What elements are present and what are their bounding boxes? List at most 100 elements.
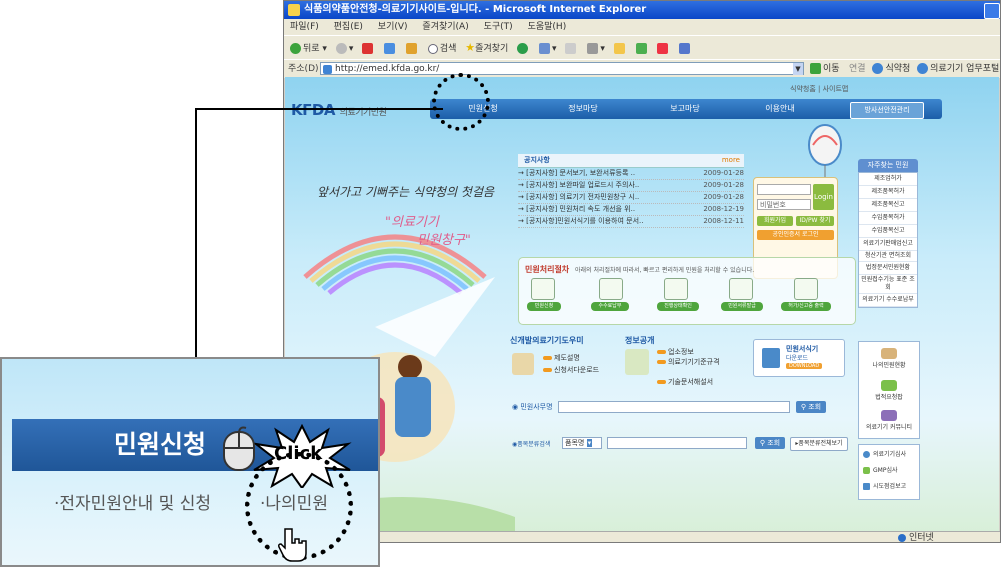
gmp-review-link[interactable]: GMP심사 xyxy=(863,465,898,474)
join-button[interactable]: 회원가입 xyxy=(757,216,793,226)
menu-help[interactable]: 도움말(H) xyxy=(528,22,567,32)
link-portal[interactable]: 의료기기 업무포털 xyxy=(913,63,999,74)
tools-button[interactable] xyxy=(679,37,692,61)
folder-icon xyxy=(881,348,897,359)
forward-arrow-icon xyxy=(335,43,347,54)
menu-edit[interactable]: 편집(E) xyxy=(334,22,363,32)
tech-doc-guide-link[interactable]: 기술문서해설서 xyxy=(657,377,713,387)
quick-item[interactable]: 제조품목신고 xyxy=(859,199,917,212)
process-desc: 아래의 처리절차에 따라서, 빠르고 편리하게 민원을 처리할 수 있습니다. xyxy=(575,267,755,274)
nav-guide[interactable]: 이용안내 xyxy=(735,99,825,119)
messenger-icon xyxy=(657,43,669,54)
apply-search-input[interactable] xyxy=(558,401,790,413)
quick-item[interactable]: 법정문서민원현황 xyxy=(859,262,917,275)
research-button[interactable] xyxy=(635,37,649,61)
ie-icon xyxy=(917,63,929,74)
calculator-step-icon xyxy=(729,278,753,300)
step-document[interactable]: 민원서류발급 xyxy=(721,302,763,311)
zoom-submenu-e-apply[interactable]: ·전자민원안내 및 신청 xyxy=(54,489,211,514)
print-button[interactable]: ▾ xyxy=(587,37,605,61)
step-fee[interactable]: 수수료납부 xyxy=(591,302,629,311)
quick-item[interactable]: 청산기관 면허조회 xyxy=(859,251,917,262)
disc-icon xyxy=(863,451,870,458)
forward-button[interactable]: ▾ xyxy=(335,37,353,61)
menu-favorites[interactable]: 즐겨찾기(A) xyxy=(422,22,468,32)
menu-view[interactable]: 보기(V) xyxy=(378,22,408,32)
back-button[interactable]: 뒤로 ▾ xyxy=(290,37,327,61)
zoom-inset: 민원신청 ·전자민원안내 및 신청 ·나의민원 Click xyxy=(0,357,380,567)
home-button[interactable] xyxy=(405,37,419,61)
favorites-button[interactable]: ★즐겨찾기 xyxy=(465,36,508,61)
address-dropdown-icon[interactable]: ▼ xyxy=(793,63,803,75)
callout-line xyxy=(195,108,197,358)
mail-button[interactable] xyxy=(565,37,578,61)
stop-button[interactable] xyxy=(362,37,375,61)
zoom-nav-apply[interactable]: 민원신청 xyxy=(114,425,206,461)
messenger-button[interactable] xyxy=(657,37,670,61)
my-apply-status-link[interactable]: 나의민원현황 xyxy=(859,348,919,369)
id-input[interactable] xyxy=(757,184,811,195)
menu-file[interactable]: 파일(F) xyxy=(290,22,319,32)
nav-radiation[interactable]: 방사선안전관리 xyxy=(850,102,924,119)
category-search-button[interactable]: ⚲ 조회 xyxy=(755,437,785,449)
notice-row[interactable]: → [공지사항] 보완파일 업로드시 주의사.. 2009-01-28 xyxy=(518,180,744,192)
download-sub: 다운로드 xyxy=(786,355,809,362)
refresh-button[interactable] xyxy=(384,37,397,61)
notice-row[interactable]: → [공지사항] 민원처리 속도 개선을 위.. 2008-12-19 xyxy=(518,204,744,216)
notice-row[interactable]: → [공지사항] 문서보기, 보완서류등록 .. 2009-01-28 xyxy=(518,168,744,180)
system-info-link[interactable]: 제도설명 xyxy=(543,353,580,363)
folder-button[interactable] xyxy=(613,37,627,61)
nav-info[interactable]: 정보마당 xyxy=(538,99,628,119)
company-info-link[interactable]: 업소정보 xyxy=(657,347,694,357)
quick-item[interactable]: 제조업허가 xyxy=(859,173,917,186)
cert-login-button[interactable]: 공인인증서 로그인 xyxy=(757,230,834,240)
inspection-report-link[interactable]: 시도점검보고 xyxy=(863,481,906,490)
device-review-link[interactable]: 의료기기심사 xyxy=(863,449,906,458)
go-button[interactable]: 이동 xyxy=(810,62,840,76)
nav-report[interactable]: 보고마당 xyxy=(640,99,730,119)
category-select[interactable]: 품목명 ▾ xyxy=(562,437,602,449)
site-logo[interactable]: KFDA 의료기기민원 xyxy=(291,101,387,119)
search-button[interactable]: 검색 xyxy=(427,37,456,61)
print-icon xyxy=(587,43,599,54)
password-input[interactable]: 비밀번호 xyxy=(757,199,811,210)
step-status[interactable]: 진행상태확인 xyxy=(657,302,699,311)
notice-row[interactable]: → [공지사항] 의료기기 전자민원창구 시.. 2009-01-28 xyxy=(518,192,744,204)
browser-window: 식품의약품안전청-의료기기사이트-입니다. - Microsoft Intern… xyxy=(283,0,1001,543)
quick-item[interactable]: 수입품목신고 xyxy=(859,225,917,238)
login-button[interactable]: Login xyxy=(813,184,834,210)
quick-item[interactable]: 민원접수기능 표준 조회 xyxy=(859,275,917,294)
step-print[interactable]: 허가/신고증 출력 xyxy=(781,302,831,311)
quick-item[interactable]: 제조품목허가 xyxy=(859,186,917,199)
disclosure-illustration xyxy=(625,349,649,375)
link-kfda[interactable]: 식약청 xyxy=(868,63,910,74)
address-input[interactable]: http://emed.kfda.go.kr/ xyxy=(320,62,804,75)
standards-link[interactable]: 의료기기기준규격 xyxy=(657,357,720,367)
notice-row[interactable]: → [공지사항]민원서식기를 이용하여 문서.. 2008-12-11 xyxy=(518,216,744,228)
community-link[interactable]: 의료기기 커뮤니티 xyxy=(859,410,919,431)
media-button[interactable] xyxy=(517,37,530,61)
close-button[interactable] xyxy=(984,3,1000,19)
form-tool-download[interactable]: 민원서식기 다운로드 DOWNLOAD xyxy=(753,339,845,377)
apply-search-button[interactable]: ⚲ 조회 xyxy=(796,401,826,413)
print-step-icon xyxy=(794,278,818,300)
step-apply[interactable]: 민원신청 xyxy=(527,302,561,311)
quick-item[interactable]: 의료기기판매업신고 xyxy=(859,238,917,251)
form-download-link[interactable]: 신청서다운로드 xyxy=(543,365,599,375)
top-links[interactable]: 식약청홈 | 사이트맵 xyxy=(790,84,848,94)
mouse-icon xyxy=(223,426,255,471)
quick-menu-3: 의료기기심사 GMP심사 시도점검보고 xyxy=(858,444,920,500)
quick-item[interactable]: 의료기기 수수료납부 xyxy=(859,294,917,307)
find-idpw-button[interactable]: ID/PW 찾기 xyxy=(796,216,834,226)
balloon-illustration xyxy=(808,124,842,179)
go-arrow-icon xyxy=(810,63,821,74)
notice-header: 공지사항 more xyxy=(518,154,744,168)
notice-more-link[interactable]: more xyxy=(722,154,740,167)
history-button[interactable]: ▾ xyxy=(539,37,557,61)
category-search-input[interactable] xyxy=(607,437,747,449)
quick-item[interactable]: 수입품목허가 xyxy=(859,212,917,225)
menu-tools[interactable]: 도구(T) xyxy=(484,22,513,32)
all-categories-button[interactable]: ▸품목분류전체보기 xyxy=(790,437,848,451)
notice-board: 공지사항 more → [공지사항] 문서보기, 보완서류등록 .. 2009-0… xyxy=(518,154,744,228)
legal-request-link[interactable]: 법적요청팝 xyxy=(859,380,919,401)
